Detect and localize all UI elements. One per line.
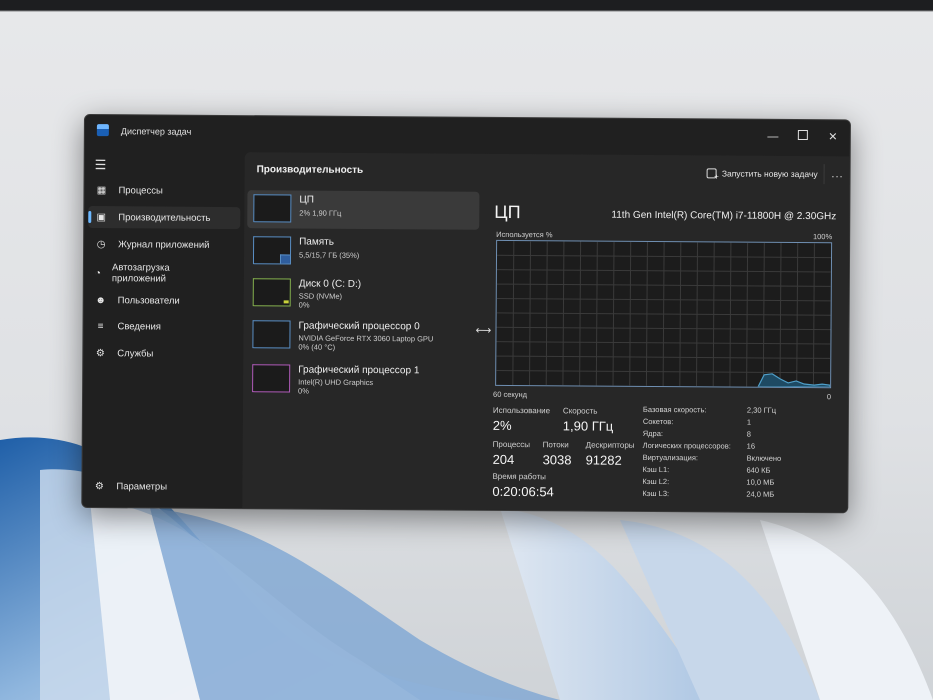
device-name: Память xyxy=(299,236,334,248)
gear-icon: ⚙ xyxy=(94,480,104,492)
hamburger-menu-icon[interactable]: ☰ xyxy=(95,157,107,173)
memory-fill xyxy=(279,254,291,264)
processes-value: 204 xyxy=(492,451,515,468)
performance-icon: ▣ xyxy=(96,211,107,223)
device-item-gpu-1[interactable]: Графический процессор 1 Intel(R) UHD Gra… xyxy=(246,360,478,400)
run-new-task-label: Запустить новую задачу xyxy=(721,168,818,180)
window-title: Диспетчер задач xyxy=(120,126,192,137)
uptime-label: Время работы xyxy=(492,471,546,482)
header-divider xyxy=(823,164,825,185)
history-icon: ◷ xyxy=(96,238,106,250)
users-icon: ☻ xyxy=(95,294,107,306)
spec-row: Кэш L3: 24,0 МБ xyxy=(642,488,775,499)
device-info: 5,5/15,7 ГБ (35%) xyxy=(298,250,360,260)
speed-value: 1,90 ГГц xyxy=(562,418,614,434)
time-axis-label: 60 секунд xyxy=(493,389,528,400)
device-usage: 0% xyxy=(298,300,310,310)
task-manager-icon xyxy=(96,124,109,137)
device-name: Диск 0 (C: D:) xyxy=(298,278,362,290)
disk-thumbnail xyxy=(252,278,291,307)
max-value-label: 100% xyxy=(812,232,833,242)
sidebar: ☰ ▦ Процессы ▣ Производительность ◷ Журн… xyxy=(82,149,243,510)
device-list: ЦП 2% 1,90 ГГц Память 5,5/15,7 ГБ (35%) … xyxy=(242,190,480,512)
page-title: Производительность xyxy=(256,164,364,176)
disk-activity-mark xyxy=(283,300,289,304)
device-name: Графический процессор 0 xyxy=(298,320,420,333)
cpu-spec-table: Базовая скорость: 2,30 ГГц Сокетов: 1 Яд… xyxy=(642,405,843,499)
maximize-button[interactable] xyxy=(792,127,814,147)
threads-value: 3038 xyxy=(542,452,572,468)
usage-label: Использование xyxy=(492,405,551,416)
new-task-icon xyxy=(706,168,717,179)
minimize-button[interactable]: — xyxy=(762,127,784,147)
device-item-gpu-0[interactable]: Графический процессор 0 NVIDIA GeForce R… xyxy=(246,316,478,356)
gpu-0-thumbnail xyxy=(252,320,291,349)
processes-icon: ▦ xyxy=(96,184,107,196)
device-name: ЦП xyxy=(299,194,315,206)
main-header: Производительность Запустить новую задач… xyxy=(245,152,851,190)
device-item-memory[interactable]: Память 5,5/15,7 ГБ (35%) xyxy=(247,232,479,272)
startup-icon: ◔ xyxy=(94,267,101,279)
close-button[interactable]: ✕ xyxy=(822,127,844,147)
sidebar-item-services[interactable]: ⚙ Службы xyxy=(87,342,239,365)
utilization-axis-label: Используется % xyxy=(496,229,553,240)
device-name: Графический процессор 1 xyxy=(298,364,420,377)
title-bar: Диспетчер задач — ✕ xyxy=(85,115,850,154)
details-icon: ≡ xyxy=(97,320,104,332)
device-usage: 0% xyxy=(298,386,309,396)
cpu-usage-line xyxy=(757,373,831,388)
sidebar-item-users[interactable]: ☻ Пользователи xyxy=(88,289,240,312)
uptime-value: 0:20:06:54 xyxy=(492,483,554,500)
main-panel: Производительность Запустить новую задач… xyxy=(242,152,851,514)
device-info: Intel(R) UHD Graphics xyxy=(298,377,374,388)
usage-value: 2% xyxy=(492,417,512,433)
sidebar-item-startup-apps[interactable]: ◔ Автозагрузка приложений xyxy=(88,259,178,288)
min-value-label: 0 xyxy=(826,392,832,402)
services-icon: ⚙ xyxy=(95,347,105,359)
cpu-thumbnail xyxy=(253,194,292,223)
device-usage: 0% (40 °C) xyxy=(298,342,336,352)
run-new-task-button[interactable]: Запустить новую задачу xyxy=(706,165,818,182)
task-manager-window: Диспетчер задач — ✕ ☰ ▦ Процессы ▣ Произ… xyxy=(81,114,851,514)
sidebar-item-app-history[interactable]: ◷ Журнал приложений xyxy=(88,233,240,256)
sidebar-item-settings[interactable]: ⚙ Параметры xyxy=(86,475,238,498)
sidebar-item-processes[interactable]: ▦ Процессы xyxy=(88,179,240,202)
device-info: SSD (NVMe) xyxy=(298,291,343,301)
handles-value: 91282 xyxy=(585,452,622,468)
device-item-disk[interactable]: Диск 0 (C: D:) SSD (NVMe) 0% xyxy=(247,274,479,314)
device-item-cpu[interactable]: ЦП 2% 1,90 ГГц xyxy=(247,190,480,230)
detail-title: ЦП xyxy=(494,201,521,223)
processes-label: Процессы xyxy=(492,439,531,450)
cpu-model: 11th Gen Intel(R) Core(TM) i7-11800H @ 2… xyxy=(611,209,837,223)
speed-label: Скорость xyxy=(562,406,598,416)
gpu-1-thumbnail xyxy=(252,364,291,393)
cpu-detail-pane: ЦП 11th Gen Intel(R) Core(TM) i7-11800H … xyxy=(492,196,846,508)
cpu-usage-graph xyxy=(495,239,833,389)
memory-thumbnail xyxy=(252,236,292,265)
more-options-button[interactable]: ... xyxy=(831,168,843,180)
sidebar-item-details[interactable]: ≡ Сведения xyxy=(87,315,239,338)
sidebar-item-performance[interactable]: ▣ Производительность xyxy=(88,206,241,230)
graph-svg xyxy=(496,241,832,388)
resize-splitter-icon[interactable]: ⟷ xyxy=(475,324,491,337)
handles-label: Дескрипторы xyxy=(585,440,635,450)
threads-label: Потоки xyxy=(542,440,569,450)
device-info: 2% 1,90 ГГц xyxy=(299,208,342,218)
